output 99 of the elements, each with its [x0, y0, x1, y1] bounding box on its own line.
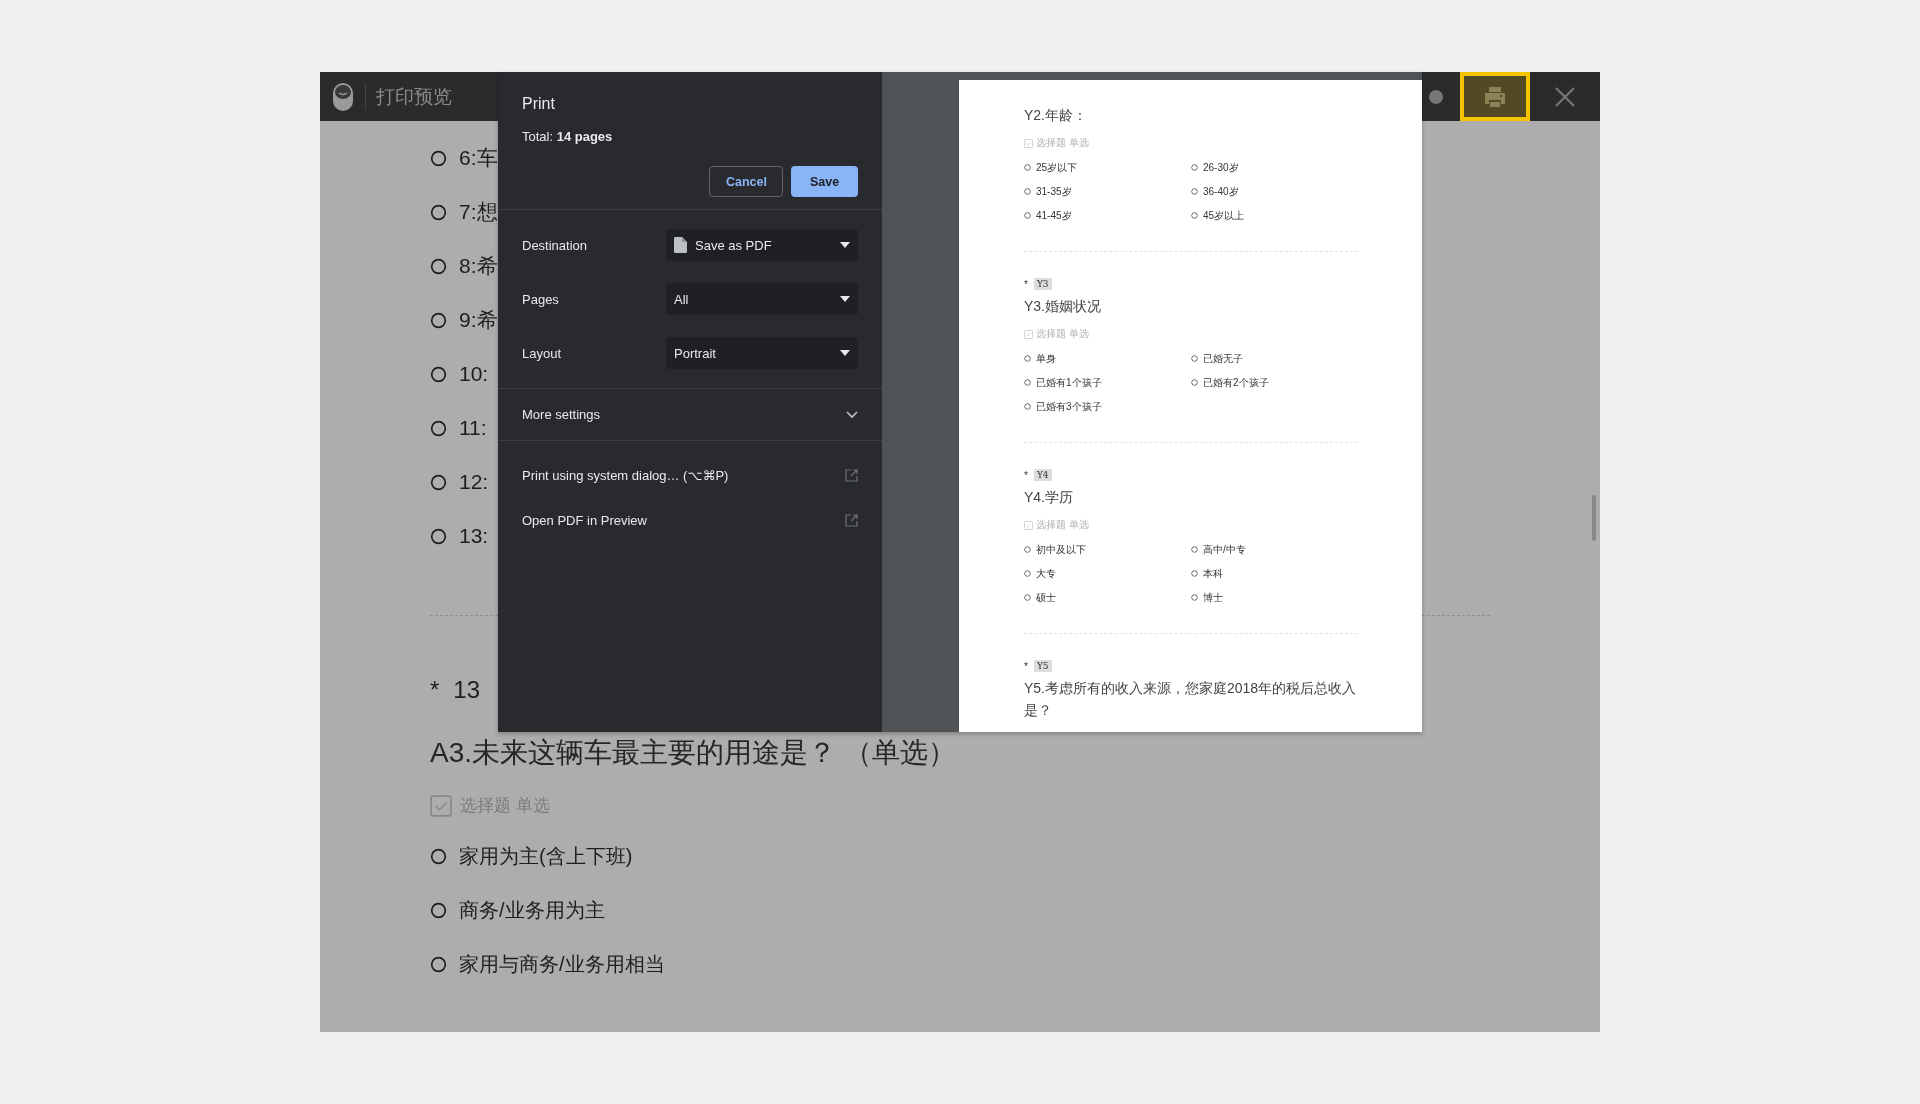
caret-icon: [840, 350, 850, 356]
radio-icon[interactable]: [430, 847, 447, 865]
radio-icon[interactable]: [1191, 355, 1198, 362]
external-link-icon[interactable]: [845, 469, 858, 482]
required-mark: *: [430, 676, 440, 704]
option-label: 12:: [459, 470, 489, 494]
radio-icon[interactable]: [1191, 379, 1198, 386]
option-label: 已婚有2个孩子: [1203, 375, 1269, 390]
radio-icon[interactable]: [430, 365, 447, 383]
setting-label: Pages: [522, 291, 559, 307]
option-label: 25岁以下: [1036, 160, 1078, 175]
checkbox-icon: [1024, 329, 1033, 339]
radio-icon[interactable]: [1024, 546, 1031, 553]
question-title: Y2.年龄：: [1024, 106, 1088, 125]
link[interactable]: Print using system dialog… (⌥⌘P): [522, 468, 729, 483]
radio-icon[interactable]: [1191, 570, 1198, 577]
question-number: 13: [453, 676, 481, 704]
question-title: Y4.学历: [1024, 488, 1074, 507]
select-field[interactable]: Portrait: [666, 337, 858, 369]
option-label: 商务/业务用为主: [459, 897, 605, 923]
option-label: 家用为主(含上下班): [459, 843, 633, 869]
option-label: 45岁以上: [1203, 208, 1245, 223]
select-field[interactable]: Save as PDF: [666, 229, 858, 261]
option-label: 10:: [459, 362, 489, 386]
question-code: Y5: [1033, 660, 1052, 672]
radio-icon[interactable]: [430, 955, 447, 973]
select-field[interactable]: All: [666, 283, 858, 315]
radio-icon[interactable]: [1191, 212, 1198, 219]
option-label: 大专: [1036, 566, 1056, 581]
radio-icon[interactable]: [1024, 594, 1031, 601]
scrollbar[interactable]: [1592, 495, 1596, 541]
option-label: 36-40岁: [1203, 184, 1239, 199]
radio-icon[interactable]: [1024, 355, 1031, 362]
dialog-title: Print: [522, 95, 556, 113]
radio-icon[interactable]: [1191, 594, 1198, 601]
radio-icon[interactable]: [430, 311, 447, 329]
option-label: 已婚无子: [1203, 351, 1243, 366]
option-label: 26-30岁: [1203, 160, 1239, 175]
question-title: Y3.婚姻状况: [1024, 297, 1102, 316]
option-label: 本科: [1203, 566, 1223, 581]
radio-icon[interactable]: [430, 473, 447, 491]
print-button[interactable]: [1460, 72, 1530, 121]
option-label: 8:希: [459, 253, 498, 279]
radio-icon[interactable]: [1024, 188, 1031, 195]
setting-label: Destination: [522, 237, 588, 253]
radio-icon[interactable]: [430, 149, 447, 167]
checkbox-icon: [430, 794, 452, 817]
link[interactable]: Open PDF in Preview: [522, 513, 647, 528]
required-mark: *: [1024, 660, 1028, 672]
save-button[interactable]: Save: [791, 166, 858, 197]
option-label: 6:车: [459, 145, 498, 171]
question-type: 选择题 单选: [1036, 136, 1089, 150]
option-label: 已婚有1个孩子: [1036, 375, 1102, 390]
checkbox-icon: [1024, 138, 1033, 148]
caret-icon: [840, 296, 850, 302]
option-label: 博士: [1203, 590, 1223, 605]
radio-icon[interactable]: [430, 901, 447, 919]
option-label: 41-45岁: [1036, 208, 1072, 223]
radio-icon[interactable]: [1024, 212, 1031, 219]
radio-icon[interactable]: [1024, 379, 1031, 386]
option-label: 单身: [1036, 351, 1056, 366]
question-type: 选择题 单选: [1036, 327, 1089, 341]
document-icon: [674, 237, 687, 253]
radio-icon[interactable]: [1191, 188, 1198, 195]
radio-icon[interactable]: [1024, 403, 1031, 410]
setting-label: Layout: [522, 345, 562, 361]
cancel-button[interactable]: Cancel: [709, 166, 783, 197]
radio-icon[interactable]: [430, 257, 447, 275]
required-mark: *: [1024, 278, 1028, 290]
radio-icon[interactable]: [1191, 164, 1198, 171]
question-code: Y3: [1033, 278, 1052, 290]
caret-icon: [840, 242, 850, 248]
external-link-icon[interactable]: [845, 514, 858, 527]
page-total: Total: 14 pages: [522, 129, 614, 144]
radio-icon[interactable]: [430, 527, 447, 545]
option-label: 初中及以下: [1036, 542, 1086, 557]
question-type: 选择题 单选: [1036, 518, 1089, 532]
option-label: 7:想: [459, 199, 498, 225]
radio-icon[interactable]: [1024, 570, 1031, 577]
option-label: 已婚有3个孩子: [1036, 399, 1102, 414]
radio-icon[interactable]: [430, 203, 447, 221]
option-label: 硕士: [1036, 590, 1056, 605]
required-mark: *: [1024, 469, 1028, 481]
checkbox-icon: [1024, 520, 1033, 530]
radio-icon[interactable]: [1024, 164, 1031, 171]
option-label: 9:希: [459, 307, 498, 333]
option-label: 高中/中专: [1203, 542, 1246, 557]
option-label: 家用与商务/业务用相当: [459, 951, 665, 977]
radio-icon[interactable]: [1191, 546, 1198, 553]
question-title: A3.未来这辆车最主要的用途是？ （单选）: [430, 736, 957, 770]
option-label: 13:: [459, 524, 489, 548]
option-label: 11:: [459, 416, 487, 440]
option-label: 31-35岁: [1036, 184, 1072, 199]
status-dot: [1429, 89, 1443, 104]
question-code: Y4: [1033, 469, 1052, 481]
radio-icon[interactable]: [430, 419, 447, 437]
question-title: Y5.考虑所有的收入来源，您家庭2018年的税后总收入是？: [1024, 679, 1358, 720]
app-title: 打印预览: [376, 84, 452, 109]
logo-icon: [333, 82, 353, 111]
